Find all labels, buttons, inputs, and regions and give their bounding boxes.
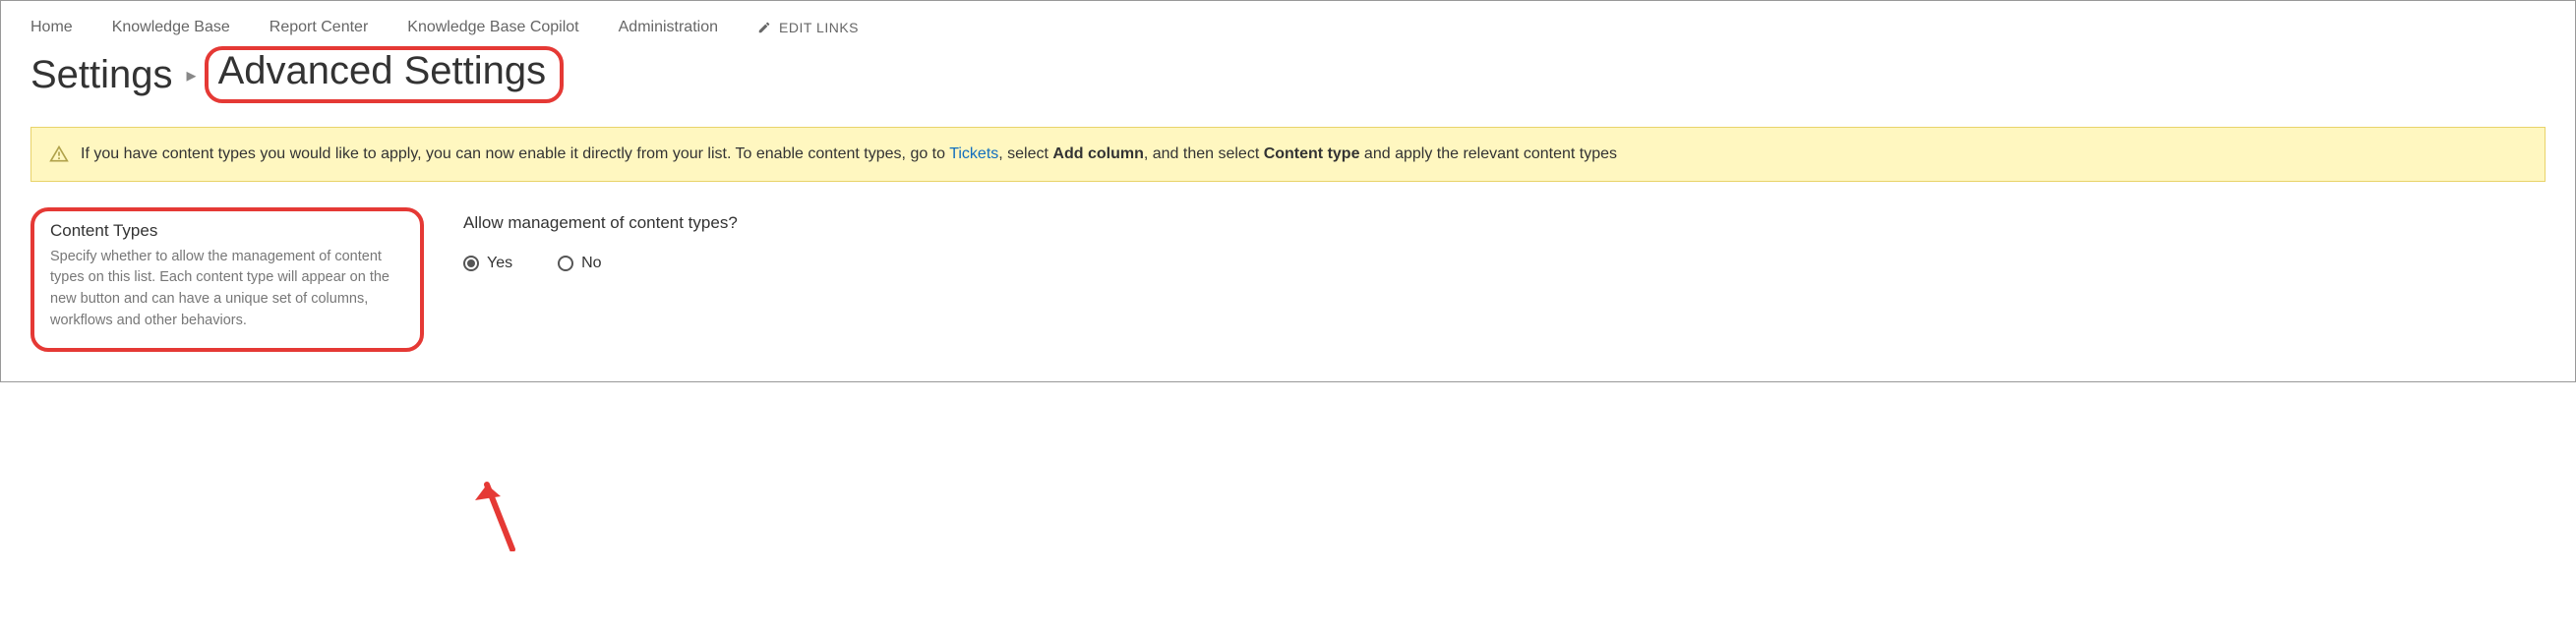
notice-part-mid1: , select xyxy=(998,145,1052,162)
notice-text: If you have content types you would like… xyxy=(81,142,1617,167)
radio-yes[interactable]: Yes xyxy=(463,255,512,272)
radio-yes-label: Yes xyxy=(487,255,512,272)
radio-no[interactable]: No xyxy=(558,255,601,272)
notice-link-tickets[interactable]: Tickets xyxy=(949,145,998,162)
section-title: Content Types xyxy=(50,221,404,241)
arrow-annotation-icon xyxy=(473,473,532,551)
breadcrumb-root[interactable]: Settings xyxy=(30,53,173,97)
question-block: Allow management of content types? Yes N… xyxy=(463,207,738,272)
nav-report-center[interactable]: Report Center xyxy=(270,19,369,36)
settings-row: Content Types Specify whether to allow t… xyxy=(30,207,2546,352)
edit-links-label: EDIT LINKS xyxy=(779,20,859,35)
breadcrumb: Settings ▸ Advanced Settings xyxy=(30,46,2546,103)
nav-home[interactable]: Home xyxy=(30,19,73,36)
info-notice: If you have content types you would like… xyxy=(30,127,2546,182)
radio-group: Yes No xyxy=(463,255,738,272)
question-label: Allow management of content types? xyxy=(463,213,738,233)
nav-kb-copilot[interactable]: Knowledge Base Copilot xyxy=(407,19,578,36)
notice-bold-contenttype: Content type xyxy=(1264,145,1360,162)
notice-bold-addcolumn: Add column xyxy=(1052,145,1143,162)
nav-knowledge-base[interactable]: Knowledge Base xyxy=(112,19,230,36)
top-nav: Home Knowledge Base Report Center Knowle… xyxy=(30,19,2546,36)
edit-links-button[interactable]: EDIT LINKS xyxy=(757,20,859,35)
nav-administration[interactable]: Administration xyxy=(619,19,718,36)
pencil-icon xyxy=(757,21,771,34)
radio-icon xyxy=(463,256,479,271)
notice-part-pre: If you have content types you would like… xyxy=(81,145,949,162)
notice-part-mid2: , and then select xyxy=(1144,145,1264,162)
radio-no-label: No xyxy=(581,255,601,272)
page-title: Advanced Settings xyxy=(218,49,547,92)
warning-icon xyxy=(49,144,69,164)
radio-icon xyxy=(558,256,573,271)
highlight-annotation: Advanced Settings xyxy=(205,46,565,103)
section-description: Specify whether to allow the management … xyxy=(50,247,404,332)
notice-part-tail: and apply the relevant content types xyxy=(1359,145,1617,162)
chevron-right-icon: ▸ xyxy=(187,63,197,87)
section-content-types: Content Types Specify whether to allow t… xyxy=(30,207,424,352)
